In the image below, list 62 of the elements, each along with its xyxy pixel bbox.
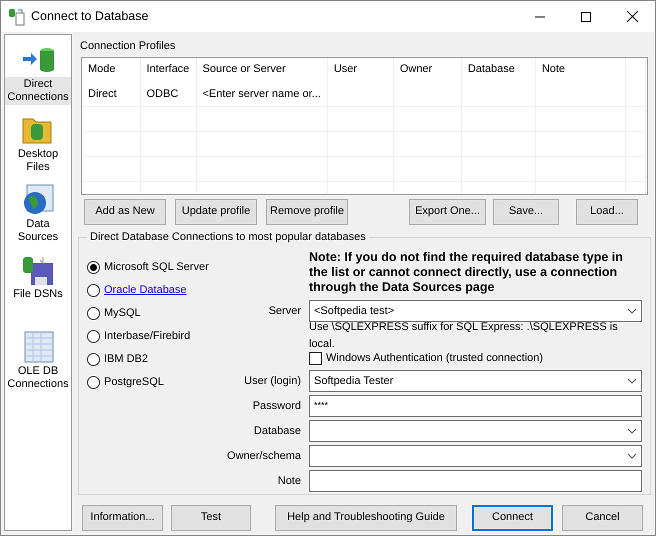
footer-button[interactable]: Connect	[472, 504, 553, 530]
column-header: Interface	[140, 58, 196, 82]
table-cell: <Enter server name or...	[196, 82, 328, 106]
field-label: Server	[268, 304, 302, 319]
chevron-down-icon[interactable]	[627, 378, 637, 384]
chevron-down-icon[interactable]	[627, 428, 637, 434]
input-field[interactable]	[309, 470, 642, 492]
hint-text: Use \SQLEXPRESS suffix for SQL Express: .\SQLEXPRESS is local.	[309, 320, 619, 352]
dropdown-field[interactable]: <Softpedia test>	[309, 300, 642, 322]
radio-button[interactable]	[87, 352, 100, 366]
table-cell: ODBC	[140, 82, 196, 106]
column-header: Database	[461, 58, 536, 82]
profile-button[interactable]: Add as New	[84, 198, 166, 224]
input-field[interactable]: ****	[309, 395, 642, 417]
column-header: Mode	[82, 58, 140, 82]
profile-button[interactable]: Load...	[576, 198, 638, 224]
sidebar-item[interactable]: File DSNs	[6, 251, 70, 304]
sidebar-item[interactable]: Data Sources	[6, 181, 70, 247]
column-header: Owner	[393, 58, 462, 82]
globe-icon	[21, 183, 55, 217]
dropdown-field[interactable]	[309, 445, 642, 467]
dropdown-field[interactable]	[309, 420, 642, 442]
footer-button[interactable]: Test	[171, 504, 251, 530]
checkbox[interactable]	[309, 352, 322, 364]
footer-button[interactable]: Information...	[82, 504, 163, 530]
chevron-down-icon[interactable]	[627, 453, 637, 459]
database-icon	[9, 8, 25, 26]
footer-button[interactable]: Cancel	[562, 504, 643, 530]
chevron-down-icon[interactable]	[627, 308, 637, 314]
column-header: User	[327, 58, 394, 82]
radio-button[interactable]	[87, 330, 100, 342]
profile-button[interactable]: Export One...	[409, 198, 486, 224]
radio-button[interactable]	[87, 376, 100, 388]
radio-label: MySQL	[104, 306, 141, 321]
sidebar-item[interactable]: Direct Connections	[6, 41, 70, 107]
radio-button[interactable]	[87, 260, 100, 274]
field-label: Note	[276, 474, 302, 489]
field-label: Database	[252, 424, 302, 439]
radio-label: IBM DB2	[104, 352, 148, 367]
dropdown-field[interactable]: Softpedia Tester	[309, 370, 642, 392]
sidebar-item[interactable]: OLE DB Connections	[6, 328, 70, 394]
radio-button[interactable]	[87, 284, 100, 296]
section-title: Connection Profiles	[80, 39, 176, 54]
footer-button[interactable]: Help and Troubleshooting Guide	[275, 504, 457, 530]
column-header: Note	[535, 58, 626, 82]
field-label: Owner/schema	[227, 448, 302, 464]
window-title: Connect to Database	[31, 8, 150, 26]
radio-label: PostgreSQL	[104, 374, 164, 390]
radio-button[interactable]	[87, 306, 100, 320]
table-cell: Direct	[82, 82, 140, 106]
radio-label: Microsoft SQL Server	[104, 260, 209, 275]
database-link[interactable]: Oracle Database	[104, 282, 187, 298]
profile-button[interactable]: Remove profile	[266, 198, 348, 224]
profile-button[interactable]: Update profile	[175, 198, 257, 224]
note-text: Note: If you do not find the required database type in the list or cannot connect directly, use a connection through the Data Sources page	[309, 250, 624, 294]
field-label: User (login)	[243, 374, 302, 389]
sidebar-item[interactable]: Desktop Files	[6, 111, 70, 177]
radio-label: Interbase/Firebird	[104, 328, 190, 344]
checkbox-label: Windows Authentication (trusted connection)	[326, 350, 544, 366]
profile-button[interactable]: Save...	[493, 198, 559, 224]
column-header: Source or Server	[196, 58, 328, 82]
field-label: Password	[252, 398, 302, 414]
